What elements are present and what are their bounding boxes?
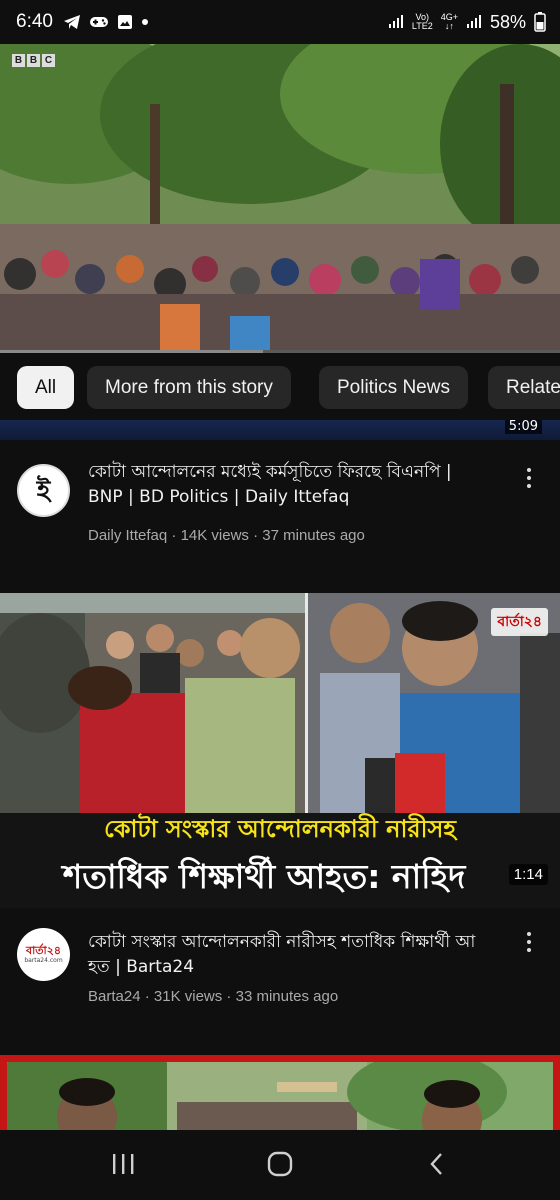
notification-dot-icon xyxy=(141,19,148,25)
video-progress-bar[interactable] xyxy=(0,350,560,353)
network-type-label: 4G+ ↓↑ xyxy=(440,12,458,31)
home-button[interactable] xyxy=(260,1147,300,1181)
back-button[interactable] xyxy=(417,1147,457,1181)
battery-percent: 58% xyxy=(489,11,526,32)
video-title[interactable]: কোটা আন্দোলনের মধ্যেই কর্মসূচিতে ফিরছে ব… xyxy=(88,460,488,510)
thumbnail-caption-line1: কোটা সংস্কার আন্দোলনকারী নারীসহ xyxy=(104,815,456,843)
video-thumbnail-barta24[interactable]: বার্তা২৪ কোটা সংস্কার আন্দোলনকারী নারীসহ… xyxy=(0,593,560,908)
chip-more-from-this-story[interactable]: More from this story xyxy=(87,366,291,409)
barta24-watermark: বার্তা২৪ xyxy=(491,608,548,636)
video-duration: 1:14 xyxy=(508,864,548,885)
previous-video-thumbnail[interactable]: 5:09 xyxy=(0,420,560,446)
video-meta: Daily Ittefaq · 14K views · 37 minutes a… xyxy=(88,527,365,544)
filter-chips: All More from this story Politics News R… xyxy=(0,356,560,420)
video-title[interactable]: কোটা সংস্কার আন্দোলনকারী নারীসহ শতাধিক শ… xyxy=(88,930,488,980)
wifi-signal-icon xyxy=(388,15,403,28)
video-meta: Barta24 · 31K views · 33 minutes ago xyxy=(88,988,339,1005)
status-time: 6:40 xyxy=(16,11,53,32)
video-player[interactable]: B B C xyxy=(0,44,560,352)
more-options-icon[interactable] xyxy=(524,932,534,958)
video-item-barta24[interactable]: বার্তা২৪ barta24.com কোটা সংস্কার আন্দোল… xyxy=(0,910,560,1010)
system-nav-bar xyxy=(0,1130,560,1200)
back-icon xyxy=(430,1153,442,1175)
recents-icon xyxy=(113,1154,134,1174)
volte-label: Vo) LTE2 xyxy=(411,12,433,31)
next-thumbnail-image xyxy=(7,1062,553,1130)
status-bar: 6:40 Vo) LTE2 4G+ ↓↑ 58% xyxy=(0,0,560,44)
gamepad-icon xyxy=(89,17,108,27)
home-icon xyxy=(267,1151,293,1177)
channel-avatar-barta24[interactable]: বার্তা২৪ barta24.com xyxy=(17,928,70,981)
chip-all[interactable]: All xyxy=(17,366,75,409)
bbc-logo: B B C xyxy=(12,54,55,67)
telegram-icon xyxy=(63,15,80,29)
video-item-ittefaq[interactable]: ই কোটা আন্দোলনের মধ্যেই কর্মসূচিতে ফিরছে… xyxy=(0,446,560,546)
next-video-thumbnail[interactable] xyxy=(0,1055,560,1130)
recents-button[interactable] xyxy=(103,1147,143,1181)
thumbnail-caption-line2: শতাধিক শিক্ষার্থী আহত: নাহিদ xyxy=(62,857,466,896)
chip-politics-news[interactable]: Politics News xyxy=(319,366,468,409)
previous-video-duration: 5:09 xyxy=(504,420,542,434)
cell-signal-icon xyxy=(466,15,481,28)
video-progress-fill xyxy=(0,350,264,353)
battery-icon xyxy=(534,12,546,32)
more-options-icon[interactable] xyxy=(524,468,534,494)
player-frame-image xyxy=(0,44,560,352)
gallery-icon xyxy=(117,15,132,29)
channel-avatar-ittefaq[interactable]: ই xyxy=(17,464,70,517)
chip-related[interactable]: Relate xyxy=(488,366,560,409)
